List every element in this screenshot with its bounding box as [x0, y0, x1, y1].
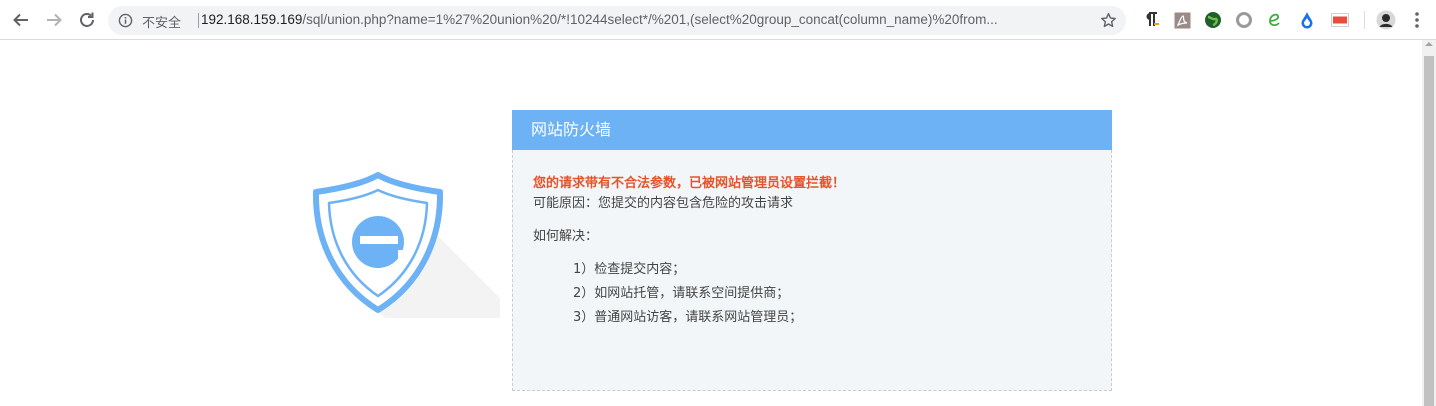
browser-toolbar: 不安全 192.168.159.169/sql/union.php?name=1…: [0, 0, 1436, 40]
solution-heading: 如何解决：: [533, 229, 599, 244]
firewall-shield-logo: [312, 172, 500, 318]
url-text[interactable]: 192.168.159.169/sql/union.php?name=1%27%…: [201, 12, 1093, 27]
avatar-icon: [1376, 10, 1396, 30]
arrow-left-icon: [13, 13, 28, 27]
vertical-scrollbar[interactable]: [1422, 40, 1436, 406]
pdf-icon[interactable]: [1172, 10, 1192, 30]
solution-list: 1）检查提交内容； 2）如网站托管，请联系空间提供商； 3）普通网站访客，请联系…: [573, 258, 802, 330]
block-warning: 您的请求带有不合法参数，已被网站管理员设置拦截！: [533, 176, 846, 191]
solution-step: 3）普通网站访客，请联系网站管理员；: [573, 310, 803, 325]
panel-title: 网站防火墙: [512, 110, 1112, 150]
back-button[interactable]: [10, 9, 32, 31]
water-drop-icon[interactable]: [1297, 10, 1317, 30]
avatar[interactable]: [1376, 10, 1396, 30]
e-icon[interactable]: [1265, 10, 1285, 30]
more-vert-icon: [1415, 12, 1419, 28]
security-label[interactable]: 不安全: [142, 12, 181, 31]
pdf-badge-icon[interactable]: [1330, 10, 1350, 30]
scroll-up-button[interactable]: [1422, 40, 1436, 56]
url-path: /sql/union.php?name=1%27%20union%20/*!10…: [302, 12, 998, 27]
reload-button[interactable]: [76, 9, 98, 31]
reload-icon: [80, 12, 94, 27]
paragraph-icon[interactable]: [1141, 10, 1161, 30]
info-icon[interactable]: [118, 13, 133, 28]
scrollbar-thumb[interactable]: [1424, 56, 1434, 406]
address-divider: [198, 13, 199, 28]
solution-step: 1）检查提交内容；: [573, 262, 686, 277]
arrow-right-icon: [47, 13, 62, 27]
green-globe-icon[interactable]: [1203, 10, 1223, 30]
panel-body: 您的请求带有不合法参数，已被网站管理员设置拦截！ 可能原因：您提交的内容包含危险…: [512, 150, 1112, 391]
circle-icon[interactable]: [1234, 10, 1254, 30]
block-reason: 可能原因：您提交的内容包含危险的攻击请求: [533, 196, 794, 211]
address-bar[interactable]: 不安全 192.168.159.169/sql/union.php?name=1…: [108, 6, 1126, 35]
forward-button[interactable]: [43, 9, 65, 31]
url-host: 192.168.159.169: [201, 12, 303, 27]
bookmark-star-icon[interactable]: [1100, 12, 1117, 29]
firewall-panel: 网站防火墙 您的请求带有不合法参数，已被网站管理员设置拦截！ 可能原因：您提交的…: [512, 110, 1112, 391]
menu-button[interactable]: [1407, 10, 1427, 30]
scroll-up-arrow-icon: [1425, 42, 1433, 46]
solution-step: 2）如网站托管，请联系空间提供商；: [573, 286, 790, 301]
toolbar-divider: [1364, 11, 1365, 29]
